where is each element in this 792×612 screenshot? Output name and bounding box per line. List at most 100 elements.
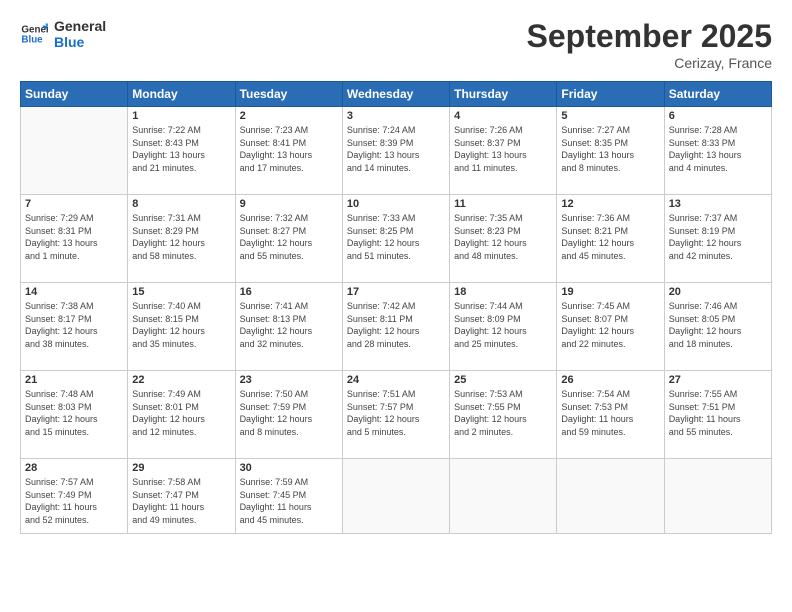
day-number: 8 xyxy=(132,198,230,210)
day-info: Sunrise: 7:40 AM Sunset: 8:15 PM Dayligh… xyxy=(132,300,230,350)
day-info: Sunrise: 7:38 AM Sunset: 8:17 PM Dayligh… xyxy=(25,300,123,350)
calendar-day-header: Wednesday xyxy=(342,82,449,107)
day-info: Sunrise: 7:35 AM Sunset: 8:23 PM Dayligh… xyxy=(454,212,552,262)
day-number: 20 xyxy=(669,286,767,298)
day-info: Sunrise: 7:46 AM Sunset: 8:05 PM Dayligh… xyxy=(669,300,767,350)
day-number: 29 xyxy=(132,462,230,474)
svg-text:Blue: Blue xyxy=(21,34,43,45)
calendar-cell xyxy=(450,459,557,534)
day-info: Sunrise: 7:59 AM Sunset: 7:45 PM Dayligh… xyxy=(240,476,338,526)
calendar-cell: 1 Sunrise: 7:22 AM Sunset: 8:43 PM Daylig… xyxy=(128,107,235,195)
calendar-cell: 9 Sunrise: 7:32 AM Sunset: 8:27 PM Daylig… xyxy=(235,195,342,283)
calendar-table: SundayMondayTuesdayWednesdayThursdayFrid… xyxy=(20,81,772,534)
calendar-cell: 8 Sunrise: 7:31 AM Sunset: 8:29 PM Daylig… xyxy=(128,195,235,283)
calendar-cell: 21 Sunrise: 7:48 AM Sunset: 8:03 PM Dayli… xyxy=(21,371,128,459)
calendar-cell: 25 Sunrise: 7:53 AM Sunset: 7:55 PM Dayli… xyxy=(450,371,557,459)
day-info: Sunrise: 7:27 AM Sunset: 8:35 PM Dayligh… xyxy=(561,124,659,174)
calendar-cell: 27 Sunrise: 7:55 AM Sunset: 7:51 PM Dayli… xyxy=(664,371,771,459)
calendar-day-header: Saturday xyxy=(664,82,771,107)
day-info: Sunrise: 7:29 AM Sunset: 8:31 PM Dayligh… xyxy=(25,212,123,262)
day-number: 24 xyxy=(347,374,445,386)
calendar-cell: 13Sunrise: 7:37 AM Sunset: 8:19 PM Dayli… xyxy=(664,195,771,283)
day-info: Sunrise: 7:54 AM Sunset: 7:53 PM Dayligh… xyxy=(561,388,659,438)
day-number: 14 xyxy=(25,286,123,298)
logo-line2: Blue xyxy=(54,34,106,50)
day-info: Sunrise: 7:49 AM Sunset: 8:01 PM Dayligh… xyxy=(132,388,230,438)
calendar-cell: 10 Sunrise: 7:33 AM Sunset: 8:25 PM Dayli… xyxy=(342,195,449,283)
day-info: Sunrise: 7:57 AM Sunset: 7:49 PM Dayligh… xyxy=(25,476,123,526)
day-number: 10 xyxy=(347,198,445,210)
day-number: 26 xyxy=(561,374,659,386)
day-number: 6 xyxy=(669,110,767,122)
calendar-cell: 15Sunrise: 7:40 AM Sunset: 8:15 PM Dayli… xyxy=(128,283,235,371)
calendar-cell: 30 Sunrise: 7:59 AM Sunset: 7:45 PM Dayli… xyxy=(235,459,342,534)
day-info: Sunrise: 7:26 AM Sunset: 8:37 PM Dayligh… xyxy=(454,124,552,174)
calendar-day-header: Monday xyxy=(128,82,235,107)
calendar-cell: 22 Sunrise: 7:49 AM Sunset: 8:01 PM Dayli… xyxy=(128,371,235,459)
calendar-cell: 5 Sunrise: 7:27 AM Sunset: 8:35 PM Daylig… xyxy=(557,107,664,195)
day-number: 4 xyxy=(454,110,552,122)
calendar-cell: 3 Sunrise: 7:24 AM Sunset: 8:39 PM Daylig… xyxy=(342,107,449,195)
day-number: 27 xyxy=(669,374,767,386)
day-number: 12 xyxy=(561,198,659,210)
day-number: 30 xyxy=(240,462,338,474)
calendar-cell xyxy=(664,459,771,534)
day-info: Sunrise: 7:58 AM Sunset: 7:47 PM Dayligh… xyxy=(132,476,230,526)
day-info: Sunrise: 7:33 AM Sunset: 8:25 PM Dayligh… xyxy=(347,212,445,262)
logo-line1: General xyxy=(54,18,106,34)
calendar-cell: 28 Sunrise: 7:57 AM Sunset: 7:49 PM Dayli… xyxy=(21,459,128,534)
day-info: Sunrise: 7:44 AM Sunset: 8:09 PM Dayligh… xyxy=(454,300,552,350)
day-info: Sunrise: 7:37 AM Sunset: 8:19 PM Dayligh… xyxy=(669,212,767,262)
calendar-cell: 12 Sunrise: 7:36 AM Sunset: 8:21 PM Dayli… xyxy=(557,195,664,283)
location: Cerizay, France xyxy=(527,55,772,71)
calendar-cell: 19Sunrise: 7:45 AM Sunset: 8:07 PM Dayli… xyxy=(557,283,664,371)
day-info: Sunrise: 7:50 AM Sunset: 7:59 PM Dayligh… xyxy=(240,388,338,438)
day-info: Sunrise: 7:41 AM Sunset: 8:13 PM Dayligh… xyxy=(240,300,338,350)
day-number: 16 xyxy=(240,286,338,298)
day-info: Sunrise: 7:31 AM Sunset: 8:29 PM Dayligh… xyxy=(132,212,230,262)
day-number: 1 xyxy=(132,110,230,122)
day-number: 5 xyxy=(561,110,659,122)
calendar-cell xyxy=(342,459,449,534)
day-number: 21 xyxy=(25,374,123,386)
calendar-cell: 7Sunrise: 7:29 AM Sunset: 8:31 PM Daylig… xyxy=(21,195,128,283)
day-info: Sunrise: 7:55 AM Sunset: 7:51 PM Dayligh… xyxy=(669,388,767,438)
day-info: Sunrise: 7:42 AM Sunset: 8:11 PM Dayligh… xyxy=(347,300,445,350)
calendar-cell: 6Sunrise: 7:28 AM Sunset: 8:33 PM Daylig… xyxy=(664,107,771,195)
calendar-day-header: Thursday xyxy=(450,82,557,107)
calendar-cell: 4 Sunrise: 7:26 AM Sunset: 8:37 PM Daylig… xyxy=(450,107,557,195)
day-info: Sunrise: 7:22 AM Sunset: 8:43 PM Dayligh… xyxy=(132,124,230,174)
calendar-day-header: Friday xyxy=(557,82,664,107)
calendar-cell: 2 Sunrise: 7:23 AM Sunset: 8:41 PM Daylig… xyxy=(235,107,342,195)
calendar-cell: 29 Sunrise: 7:58 AM Sunset: 7:47 PM Dayli… xyxy=(128,459,235,534)
day-number: 17 xyxy=(347,286,445,298)
day-number: 3 xyxy=(347,110,445,122)
calendar-header-row: SundayMondayTuesdayWednesdayThursdayFrid… xyxy=(21,82,772,107)
day-number: 2 xyxy=(240,110,338,122)
logo-icon: General Blue xyxy=(20,20,48,48)
calendar-cell: 11 Sunrise: 7:35 AM Sunset: 8:23 PM Dayli… xyxy=(450,195,557,283)
day-info: Sunrise: 7:48 AM Sunset: 8:03 PM Dayligh… xyxy=(25,388,123,438)
logo: General Blue General Blue xyxy=(20,18,106,50)
day-info: Sunrise: 7:24 AM Sunset: 8:39 PM Dayligh… xyxy=(347,124,445,174)
calendar-cell: 17 Sunrise: 7:42 AM Sunset: 8:11 PM Dayli… xyxy=(342,283,449,371)
day-info: Sunrise: 7:23 AM Sunset: 8:41 PM Dayligh… xyxy=(240,124,338,174)
day-info: Sunrise: 7:53 AM Sunset: 7:55 PM Dayligh… xyxy=(454,388,552,438)
day-info: Sunrise: 7:51 AM Sunset: 7:57 PM Dayligh… xyxy=(347,388,445,438)
title-block: September 2025 Cerizay, France xyxy=(527,18,772,71)
calendar-cell: 16 Sunrise: 7:41 AM Sunset: 8:13 PM Dayli… xyxy=(235,283,342,371)
day-number: 19 xyxy=(561,286,659,298)
calendar-cell: 14 Sunrise: 7:38 AM Sunset: 8:17 PM Dayli… xyxy=(21,283,128,371)
calendar-cell: 24 Sunrise: 7:51 AM Sunset: 7:57 PM Dayli… xyxy=(342,371,449,459)
day-number: 11 xyxy=(454,198,552,210)
day-number: 28 xyxy=(25,462,123,474)
calendar-cell: 20 Sunrise: 7:46 AM Sunset: 8:05 PM Dayli… xyxy=(664,283,771,371)
day-number: 9 xyxy=(240,198,338,210)
day-info: Sunrise: 7:36 AM Sunset: 8:21 PM Dayligh… xyxy=(561,212,659,262)
day-info: Sunrise: 7:32 AM Sunset: 8:27 PM Dayligh… xyxy=(240,212,338,262)
day-number: 25 xyxy=(454,374,552,386)
day-number: 22 xyxy=(132,374,230,386)
calendar-cell xyxy=(557,459,664,534)
calendar-cell xyxy=(21,107,128,195)
calendar-day-header: Tuesday xyxy=(235,82,342,107)
